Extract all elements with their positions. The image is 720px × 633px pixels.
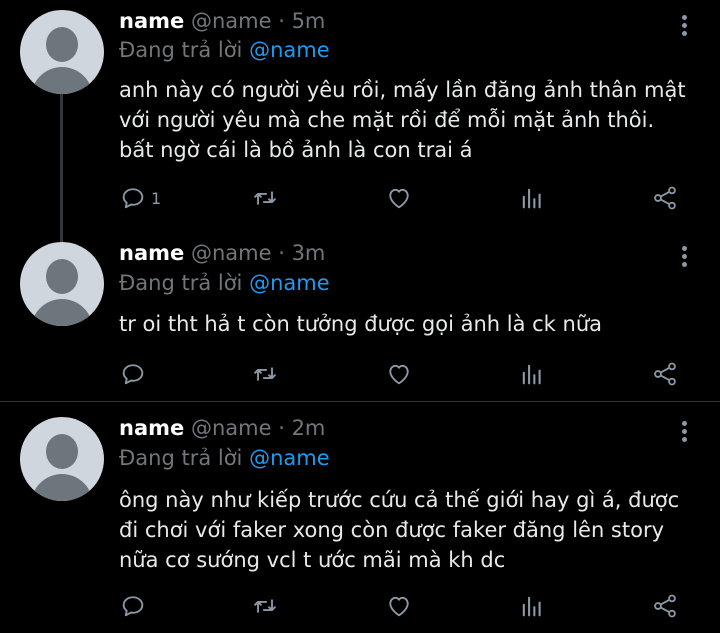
avatar-head-shape bbox=[46, 434, 78, 469]
tweet-text-line: nữa cơ sướng vcl t ước mãi mà kh dc bbox=[119, 548, 506, 572]
analytics-button[interactable] bbox=[518, 589, 546, 623]
reply-prefix: Đang trả lời bbox=[119, 38, 243, 62]
share-icon bbox=[651, 592, 679, 620]
tweet-text-line: với người yêu mà che mặt rồi để mỗi mặt … bbox=[119, 108, 655, 132]
avatar-body-shape bbox=[31, 299, 93, 326]
analytics-icon bbox=[518, 184, 546, 212]
retweet-icon bbox=[251, 184, 279, 212]
like-button[interactable] bbox=[385, 181, 413, 215]
analytics-button[interactable] bbox=[518, 181, 546, 215]
reply-prefix: Đang trả lời bbox=[119, 271, 243, 295]
tweet-1[interactable]: name @name · 5m Đang trả lời @name anh n… bbox=[0, 0, 720, 242]
timestamp[interactable]: 5m bbox=[292, 9, 326, 33]
analytics-icon bbox=[518, 360, 546, 388]
separator-dot: · bbox=[278, 9, 285, 33]
tweet-text: anh này có người yêu rồi, mấy lần đăng ả… bbox=[119, 75, 699, 165]
avatar-body-shape bbox=[31, 474, 93, 501]
tweet-text: tr oi tht hả t còn tưởng được gọi ảnh là… bbox=[119, 309, 699, 339]
reply-button[interactable] bbox=[119, 589, 147, 623]
tweet-header: name @name · 3m bbox=[119, 241, 325, 265]
timestamp[interactable]: 3m bbox=[292, 241, 326, 265]
share-button[interactable] bbox=[651, 181, 679, 215]
replying-to: Đang trả lời @name bbox=[119, 446, 330, 470]
thread-line bbox=[60, 94, 63, 242]
user-handle[interactable]: @name bbox=[191, 9, 272, 33]
tweet-text: ông này như kiếp trước cứu cả thế giới h… bbox=[119, 485, 699, 575]
timestamp[interactable]: 2m bbox=[292, 416, 326, 440]
mention-link[interactable]: @name bbox=[249, 446, 330, 470]
avatar-body-shape bbox=[31, 67, 93, 94]
share-button[interactable] bbox=[651, 357, 679, 391]
tweet-header: name @name · 5m bbox=[119, 9, 325, 33]
mention-link[interactable]: @name bbox=[249, 38, 330, 62]
avatar[interactable] bbox=[20, 417, 104, 501]
separator-dot: · bbox=[278, 416, 285, 440]
like-icon bbox=[385, 360, 413, 388]
share-icon bbox=[651, 184, 679, 212]
more-icon[interactable] bbox=[674, 418, 694, 448]
like-icon bbox=[385, 592, 413, 620]
like-button[interactable] bbox=[385, 589, 413, 623]
share-icon bbox=[651, 360, 679, 388]
action-bar bbox=[0, 589, 720, 623]
display-name[interactable]: name bbox=[119, 241, 184, 265]
action-bar: 1 bbox=[0, 181, 720, 215]
retweet-button[interactable] bbox=[251, 357, 279, 391]
action-bar bbox=[0, 357, 720, 391]
share-button[interactable] bbox=[651, 589, 679, 623]
separator-dot: · bbox=[278, 241, 285, 265]
display-name[interactable]: name bbox=[119, 9, 184, 33]
retweet-button[interactable] bbox=[251, 589, 279, 623]
reply-icon bbox=[119, 184, 147, 212]
tweet-text-line: tr oi tht hả t còn tưởng được gọi ảnh là… bbox=[119, 312, 603, 336]
analytics-button[interactable] bbox=[518, 357, 546, 391]
avatar[interactable] bbox=[20, 10, 104, 94]
tweet-text-line: ông này như kiếp trước cứu cả thế giới h… bbox=[119, 488, 680, 512]
more-icon[interactable] bbox=[674, 243, 694, 273]
retweet-icon bbox=[251, 592, 279, 620]
tweet-2[interactable]: name @name · 3m Đang trả lời @name tr oi… bbox=[0, 240, 720, 400]
display-name[interactable]: name bbox=[119, 416, 184, 440]
reply-count: 1 bbox=[151, 188, 162, 208]
like-icon bbox=[385, 184, 413, 212]
reply-icon bbox=[119, 360, 147, 388]
reply-icon bbox=[119, 592, 147, 620]
tweet-text-line: đi chơi với faker xong còn được faker đă… bbox=[119, 518, 665, 542]
like-button[interactable] bbox=[385, 357, 413, 391]
replying-to: Đang trả lời @name bbox=[119, 38, 330, 62]
reply-prefix: Đang trả lời bbox=[119, 446, 243, 470]
user-handle[interactable]: @name bbox=[191, 241, 272, 265]
avatar[interactable] bbox=[20, 242, 104, 326]
avatar-head-shape bbox=[46, 259, 78, 294]
mention-link[interactable]: @name bbox=[249, 271, 330, 295]
retweet-icon bbox=[251, 360, 279, 388]
replying-to: Đang trả lời @name bbox=[119, 271, 330, 295]
user-handle[interactable]: @name bbox=[191, 416, 272, 440]
reply-button[interactable]: 1 bbox=[119, 181, 161, 215]
tweet-header: name @name · 2m bbox=[119, 416, 325, 440]
more-icon[interactable] bbox=[674, 12, 694, 42]
tweet-3[interactable]: name @name · 2m Đang trả lời @name ông n… bbox=[0, 402, 720, 633]
tweet-text-line: bất ngờ cái là bồ ảnh là con trai á bbox=[119, 138, 473, 162]
avatar-head-shape bbox=[46, 27, 78, 62]
tweet-text-line: anh này có người yêu rồi, mấy lần đăng ả… bbox=[119, 78, 686, 102]
reply-button[interactable] bbox=[119, 357, 147, 391]
analytics-icon bbox=[518, 592, 546, 620]
retweet-button[interactable] bbox=[251, 181, 279, 215]
